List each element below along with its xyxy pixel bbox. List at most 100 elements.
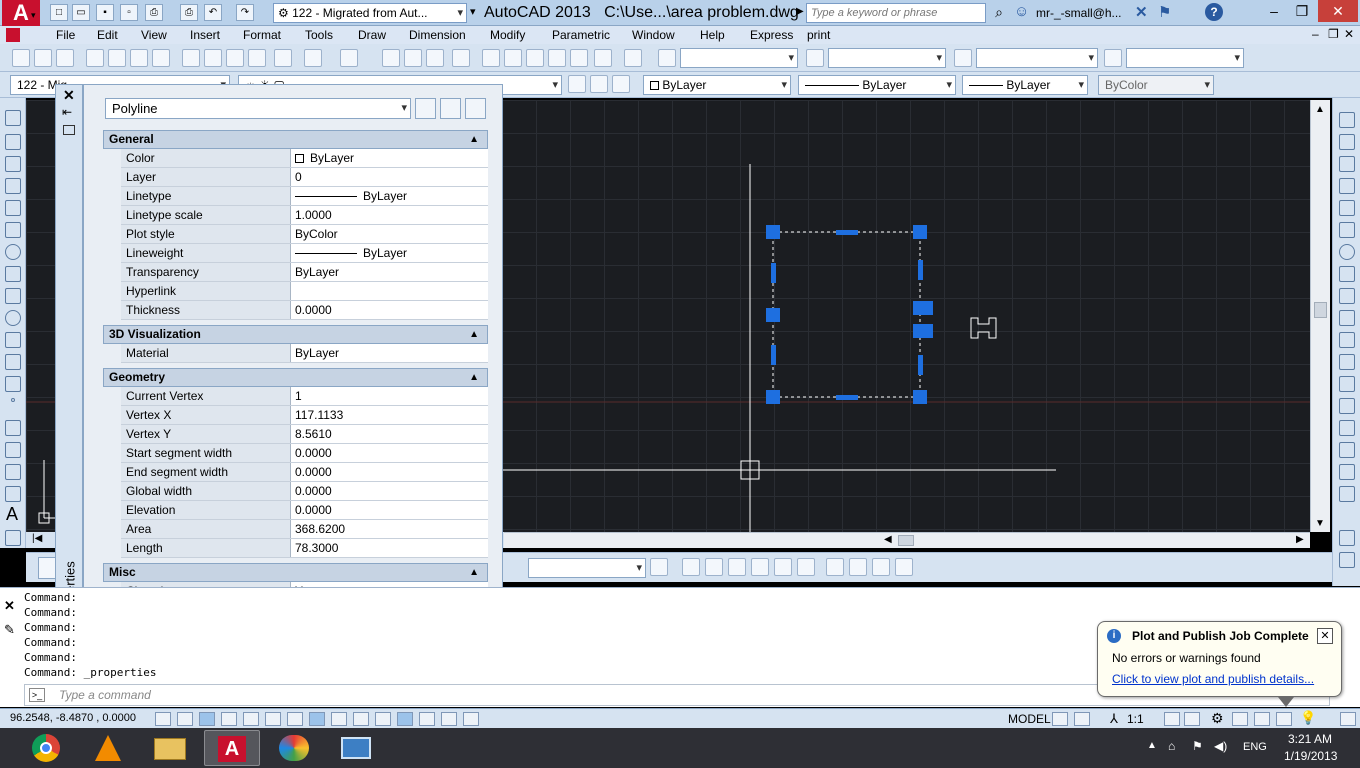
undo-icon[interactable]: ↶	[204, 4, 222, 21]
command-customize-icon[interactable]: ✎	[4, 622, 15, 638]
infer-constraints-icon[interactable]	[155, 712, 171, 726]
qat-dropdown-icon[interactable]: ▾	[470, 2, 480, 22]
menu-help[interactable]: Help	[700, 27, 725, 43]
scroll-down-icon[interactable]: ▼	[1315, 518, 1325, 529]
gradient-icon[interactable]	[5, 442, 21, 458]
vertex-grip[interactable]	[766, 390, 780, 404]
palette-autohide-icon[interactable]: ⇤	[62, 105, 72, 119]
scroll-right-icon[interactable]: ▶	[1296, 534, 1304, 545]
layer-tool-7-icon[interactable]	[826, 558, 844, 576]
midpoint-grip[interactable]	[771, 263, 776, 283]
point-icon[interactable]	[11, 398, 15, 402]
hscroll-thumb[interactable]	[898, 535, 914, 546]
selection-cycling-icon[interactable]	[441, 712, 457, 726]
binoculars-icon[interactable]: ⌕	[990, 4, 1008, 22]
layer-tool-5-icon[interactable]	[774, 558, 792, 576]
help-icon[interactable]: ?	[1205, 3, 1223, 21]
layer-manager-icon[interactable]	[612, 75, 630, 93]
file-explorer-icon[interactable]	[142, 730, 198, 766]
property-value[interactable]: ByColor	[291, 225, 488, 243]
publish-icon[interactable]	[130, 49, 148, 67]
table-icon[interactable]	[5, 486, 21, 502]
toolbar-lock-icon[interactable]	[1232, 712, 1248, 726]
property-value[interactable]: 0.0000	[291, 444, 488, 462]
property-value[interactable]: ByLayer	[291, 344, 488, 362]
join-icon[interactable]	[1339, 398, 1355, 414]
photo-viewer-icon[interactable]	[328, 730, 384, 766]
ortho-mode-icon[interactable]	[221, 712, 237, 726]
property-value[interactable]: 0.0000	[291, 301, 488, 319]
autodesk-360-icon[interactable]: ⚑	[1158, 3, 1171, 21]
plotstyle-dropdown[interactable]: ByColor	[1098, 75, 1214, 95]
menu-view[interactable]: View	[141, 27, 167, 43]
property-row[interactable]: Plot style ByColor	[121, 225, 488, 244]
menu-dimension[interactable]: Dimension	[409, 27, 466, 43]
layer-lock-icon[interactable]	[872, 558, 890, 576]
toggle-pickadd-icon[interactable]	[415, 98, 436, 119]
auto-scale-icon[interactable]	[1184, 712, 1200, 726]
snap-mode-icon[interactable]	[177, 712, 193, 726]
saveas-icon[interactable]: ▫	[120, 4, 138, 21]
fillet-icon[interactable]	[1339, 442, 1355, 458]
matchprop-icon[interactable]	[248, 49, 266, 67]
revcloud-icon[interactable]	[5, 266, 21, 282]
dynamic-input-icon[interactable]	[353, 712, 369, 726]
layer-tool-6-icon[interactable]	[797, 558, 815, 576]
paint-icon[interactable]	[266, 730, 322, 766]
property-row[interactable]: Elevation 0.0000	[121, 501, 488, 520]
make-block-icon[interactable]	[5, 376, 21, 392]
volume-icon[interactable]: ◀)	[1214, 739, 1227, 753]
scale-icon[interactable]	[1339, 266, 1355, 282]
clock-time[interactable]: 3:21 AM	[1288, 732, 1332, 746]
property-row[interactable]: Linetype ByLayer	[121, 187, 488, 206]
tray-expand-icon[interactable]: ▲	[1147, 740, 1157, 751]
add-selected-icon[interactable]	[5, 530, 21, 546]
plot-tool-icon[interactable]	[86, 49, 104, 67]
menu-parametric[interactable]: Parametric	[552, 27, 610, 43]
close-icon[interactable]: ✕	[1318, 0, 1358, 22]
region-icon[interactable]	[5, 464, 21, 480]
spline-icon[interactable]	[5, 288, 21, 304]
chrome-icon[interactable]	[18, 730, 74, 766]
quick-view-layouts-icon[interactable]	[1052, 712, 1068, 726]
vertex-grip[interactable]	[913, 324, 933, 338]
property-value[interactable]: ByLayer	[291, 187, 488, 205]
otrack-icon[interactable]	[309, 712, 325, 726]
property-row[interactable]: Layer 0	[121, 168, 488, 187]
move-icon[interactable]	[1339, 222, 1355, 238]
zoom-previous-icon[interactable]	[452, 49, 470, 67]
property-row[interactable]: Global width 0.0000	[121, 482, 488, 501]
line-icon[interactable]	[5, 110, 21, 126]
minimize-icon[interactable]: –	[1260, 0, 1288, 22]
layer-tool-1-icon[interactable]	[682, 558, 700, 576]
vertex-grip[interactable]	[766, 225, 780, 239]
designcenter-icon[interactable]	[504, 49, 522, 67]
collapse-arrow-icon[interactable]: ▲	[469, 369, 479, 386]
property-value[interactable]: 368.6200	[291, 520, 488, 538]
palette-close-icon[interactable]: ✕	[63, 87, 75, 104]
first-layout-icon[interactable]: |◀	[32, 533, 42, 544]
text-style-icon[interactable]	[658, 49, 676, 67]
vertex-grip[interactable]	[766, 308, 780, 322]
linetype-dropdown[interactable]: ByLayer	[798, 75, 956, 95]
transparency-toggle-icon[interactable]	[397, 712, 413, 726]
break-at-point-icon[interactable]	[1339, 354, 1355, 370]
cut-icon[interactable]	[182, 49, 200, 67]
midpoint-grip[interactable]	[771, 345, 776, 365]
scroll-up-icon[interactable]: ▲	[1315, 104, 1325, 115]
quick-properties-icon[interactable]	[419, 712, 435, 726]
network-icon[interactable]: ⌂	[1168, 739, 1175, 753]
ellipse-icon[interactable]	[5, 310, 21, 326]
midpoint-grip[interactable]	[836, 230, 858, 235]
blend-icon[interactable]	[1339, 464, 1355, 480]
color-dropdown[interactable]: ByLayer	[643, 75, 791, 95]
new-icon[interactable]	[12, 49, 30, 67]
isolate-objects-icon[interactable]: 💡	[1300, 710, 1316, 726]
property-value[interactable]: ByLayer	[291, 149, 488, 167]
property-row[interactable]: Start segment width 0.0000	[121, 444, 488, 463]
ducs-icon[interactable]	[331, 712, 347, 726]
palette-properties-icon[interactable]	[63, 125, 75, 135]
section-header[interactable]: 3D Visualization ▲	[103, 325, 488, 344]
hardware-accel-icon[interactable]	[1254, 712, 1270, 726]
property-value[interactable]: 0.0000	[291, 501, 488, 519]
